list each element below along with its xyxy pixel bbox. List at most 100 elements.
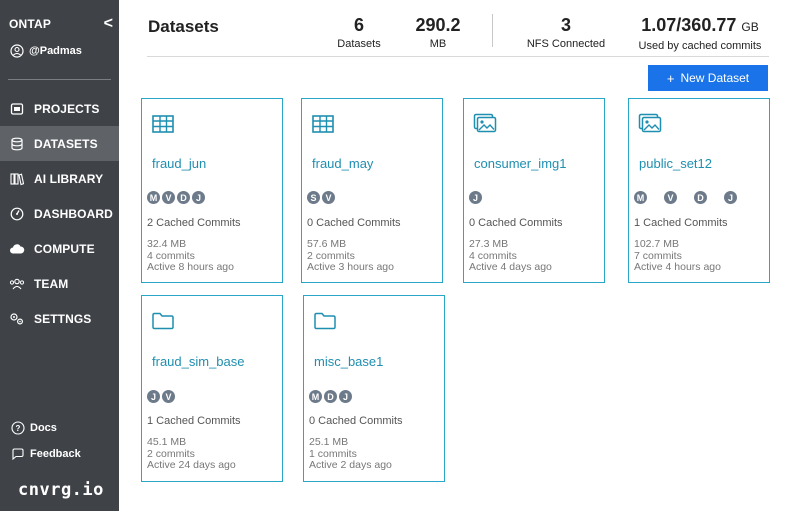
sidebar-item-dashboard[interactable]: DASHBOARD (0, 196, 119, 231)
stat-value: 1.07/360.77 (641, 15, 737, 35)
dataset-activity: Active 8 hours ago (147, 261, 234, 273)
sidebar-item-label: AI LIBRARY (34, 171, 104, 186)
sidebar-item-label: TEAM (34, 276, 69, 291)
stats-separator (492, 14, 493, 47)
dataset-size: 32.4 MB (147, 238, 187, 250)
docs-label: Docs (30, 422, 57, 434)
avatar[interactable]: J (469, 191, 482, 204)
dataset-size: 27.3 MB (469, 238, 509, 250)
dataset-name-link[interactable]: fraud_jun (152, 156, 206, 171)
image-icon (473, 113, 497, 133)
avatar[interactable]: J (147, 390, 160, 403)
avatar[interactable]: D (694, 191, 707, 204)
stat-label: Datasets (337, 38, 381, 50)
dataset-card[interactable]: consumer_img1 J 0 Cached Commits 27.3 MB… (463, 98, 605, 283)
avatar[interactable]: J (724, 191, 737, 204)
stat-label: MB (429, 38, 447, 50)
avatar[interactable]: D (177, 191, 190, 204)
sidebar-item-team[interactable]: TEAM (0, 266, 119, 301)
dataset-card[interactable]: fraud_may S V 0 Cached Commits 57.6 MB 2… (301, 98, 443, 283)
collapse-sidebar-button[interactable]: < (104, 16, 113, 32)
cached-commits: 0 Cached Commits (307, 217, 401, 229)
dataset-meta: 57.6 MB 2 commits Active 3 hours ago (307, 238, 394, 274)
cloud-icon (9, 241, 25, 257)
dataset-activity: Active 24 days ago (147, 459, 236, 471)
member-avatars: M V D J (634, 191, 739, 204)
dataset-meta: 25.1 MB 1 commits Active 2 days ago (309, 436, 392, 472)
user-profile[interactable]: @Padmas (10, 44, 82, 58)
dataset-activity: Active 3 hours ago (307, 261, 394, 273)
sidebar: ONTAP < @Padmas PROJECTS DATASETS AI LIB… (0, 0, 119, 511)
new-dataset-button[interactable]: + New Dataset (648, 65, 768, 91)
brand-name: ONTAP (9, 17, 52, 31)
dataset-card[interactable]: public_set12 M V D J 1 Cached Commits 10… (628, 98, 770, 283)
avatar[interactable]: J (192, 191, 205, 204)
sidebar-item-label: PROJECTS (34, 101, 100, 116)
stat-nfs-connected: 3 NFS Connected (520, 14, 612, 50)
team-icon (9, 276, 25, 292)
dataset-card[interactable]: fraud_jun M V D J 2 Cached Commits 32.4 … (141, 98, 283, 283)
chat-bubble-icon (12, 448, 24, 461)
dataset-size: 25.1 MB (309, 436, 349, 448)
cached-commits: 0 Cached Commits (309, 415, 403, 427)
user-icon (10, 44, 24, 58)
avatar[interactable]: V (162, 191, 175, 204)
feedback-link[interactable]: Feedback (11, 447, 81, 461)
sidebar-item-label: SETTNGS (34, 311, 92, 326)
avatar[interactable]: S (307, 191, 320, 204)
dataset-card[interactable]: misc_base1 M D J 0 Cached Commits 25.1 M… (303, 295, 445, 482)
dataset-activity: Active 4 hours ago (634, 261, 721, 273)
svg-text:?: ? (16, 424, 21, 433)
dataset-size: 45.1 MB (147, 436, 187, 448)
stat-value: 3 (560, 15, 571, 35)
sidebar-item-compute[interactable]: COMPUTE (0, 231, 119, 266)
stat-value: 6 (353, 15, 364, 35)
sidebar-item-settings[interactable]: SETTNGS (0, 301, 119, 336)
dataset-size: 57.6 MB (307, 238, 347, 250)
cached-commits: 2 Cached Commits (147, 217, 241, 229)
sidebar-item-ai-library[interactable]: AI LIBRARY (0, 161, 119, 196)
avatar[interactable]: J (339, 390, 352, 403)
dataset-meta: 32.4 MB 4 commits Active 8 hours ago (147, 238, 234, 274)
sidebar-item-projects[interactable]: PROJECTS (0, 91, 119, 126)
member-avatars: J (469, 191, 484, 204)
username: @Padmas (29, 45, 82, 57)
dataset-meta: 102.7 MB 7 commits Active 4 hours ago (634, 238, 721, 274)
stat-total-size: 290.2 MB (409, 14, 467, 50)
avatar[interactable]: M (634, 191, 647, 204)
dataset-card[interactable]: fraud_sim_base J V 1 Cached Commits 45.1… (141, 295, 283, 482)
dataset-name-link[interactable]: misc_base1 (314, 354, 383, 369)
avatar[interactable]: M (147, 191, 160, 204)
page-title: Datasets (148, 17, 219, 36)
stat-unit: GB (741, 20, 759, 34)
table-icon (152, 115, 174, 133)
avatar[interactable]: D (324, 390, 337, 403)
folder-icon (152, 312, 174, 330)
member-avatars: M D J (309, 390, 354, 403)
avatar[interactable]: M (309, 390, 322, 403)
sidebar-divider (8, 79, 111, 80)
stat-label: NFS Connected (526, 38, 606, 50)
docs-link[interactable]: ? Docs (11, 421, 57, 435)
stat-label: Used by cached commits (638, 40, 762, 52)
cached-commits: 0 Cached Commits (469, 217, 563, 229)
table-icon (312, 115, 334, 133)
avatar[interactable]: V (664, 191, 677, 204)
dataset-name-link[interactable]: fraud_sim_base (152, 354, 245, 369)
avatar[interactable]: V (322, 191, 335, 204)
avatar[interactable]: V (162, 390, 175, 403)
dataset-name-link[interactable]: public_set12 (639, 156, 712, 171)
image-icon (638, 113, 662, 133)
brand-row: ONTAP < (9, 16, 113, 32)
dataset-meta: 27.3 MB 4 commits Active 4 days ago (469, 238, 552, 274)
datasets-icon (9, 136, 25, 152)
dataset-name-link[interactable]: consumer_img1 (474, 156, 567, 171)
dataset-activity: Active 4 days ago (469, 261, 552, 273)
sidebar-item-label: COMPUTE (34, 241, 95, 256)
member-avatars: M V D J (147, 191, 207, 204)
sidebar-item-datasets[interactable]: DATASETS (0, 126, 119, 161)
library-icon (9, 171, 25, 187)
dataset-name-link[interactable]: fraud_may (312, 156, 373, 171)
app-logo: cnvrg.io (18, 480, 104, 500)
new-dataset-label: New Dataset (680, 71, 750, 85)
